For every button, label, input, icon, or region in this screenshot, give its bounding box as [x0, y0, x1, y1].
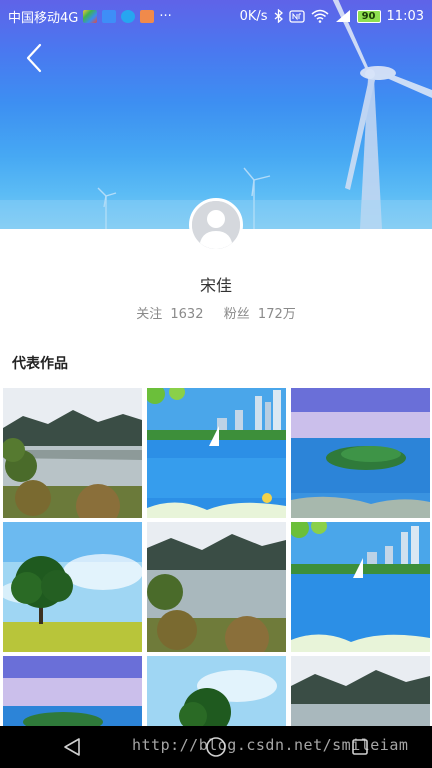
- work-thumbnail-7[interactable]: [3, 656, 142, 726]
- wifi-icon: [311, 9, 329, 23]
- work-thumbnail-9[interactable]: [291, 656, 430, 726]
- app-icon-message: [121, 9, 136, 23]
- following-count[interactable]: 1632: [170, 307, 203, 322]
- more-notifications: ···: [159, 8, 172, 24]
- work-thumbnail-6[interactable]: [291, 522, 430, 652]
- network-speed: 0K/s: [239, 8, 268, 24]
- battery-icon: 90: [356, 9, 381, 23]
- lake-mountains-image: [3, 388, 142, 518]
- island-sea-image: [3, 656, 142, 726]
- work-thumbnail-1[interactable]: [3, 388, 142, 518]
- followers-label[interactable]: 粉丝: [224, 307, 250, 322]
- nav-back-button[interactable]: [52, 727, 92, 767]
- back-button[interactable]: [16, 40, 52, 76]
- work-thumbnail-3[interactable]: [291, 388, 430, 518]
- island-sea-image: [291, 388, 430, 518]
- signal-icon: [335, 10, 350, 22]
- header-banner: [0, 0, 432, 229]
- app-icon-gallery: [140, 9, 155, 23]
- watermark-text: http://blog.csdn.net/smileiam: [132, 736, 409, 754]
- work-thumbnail-8[interactable]: [147, 656, 286, 726]
- works-grid: [0, 386, 432, 726]
- tree-field-image: [3, 522, 142, 652]
- lake-mountains-image: [147, 522, 286, 652]
- default-user-avatar-icon: [192, 201, 240, 249]
- lake-mountains-image: [291, 656, 430, 726]
- back-triangle-icon: [64, 738, 80, 756]
- profile-stats: 关注 1632 粉丝 172万: [0, 303, 432, 322]
- tree-field-image: [147, 656, 286, 726]
- following-label[interactable]: 关注: [136, 307, 162, 322]
- nfc-icon: [288, 9, 305, 23]
- status-bar: 中国移动4G ··· 0K/s 90 11:03: [0, 0, 432, 32]
- app-icon-photos: [83, 9, 98, 23]
- work-thumbnail-5[interactable]: [147, 522, 286, 652]
- app-icon-mail: [102, 9, 117, 23]
- followers-count[interactable]: 172万: [258, 307, 296, 322]
- wind-turbine-background: [0, 0, 432, 229]
- avatar[interactable]: [189, 198, 243, 252]
- clock: 11:03: [386, 8, 424, 24]
- work-thumbnail-4[interactable]: [3, 522, 142, 652]
- work-thumbnail-2[interactable]: [147, 388, 286, 518]
- bluetooth-icon: [274, 9, 283, 23]
- chevron-left-icon: [26, 43, 42, 73]
- city-lake-sailboat-image: [291, 522, 430, 652]
- city-lake-sailboat-image: [147, 388, 286, 518]
- carrier-label: 中国移动4G: [8, 10, 79, 26]
- works-section-title: 代表作品: [12, 356, 68, 372]
- profile-name: 宋佳: [199, 276, 232, 295]
